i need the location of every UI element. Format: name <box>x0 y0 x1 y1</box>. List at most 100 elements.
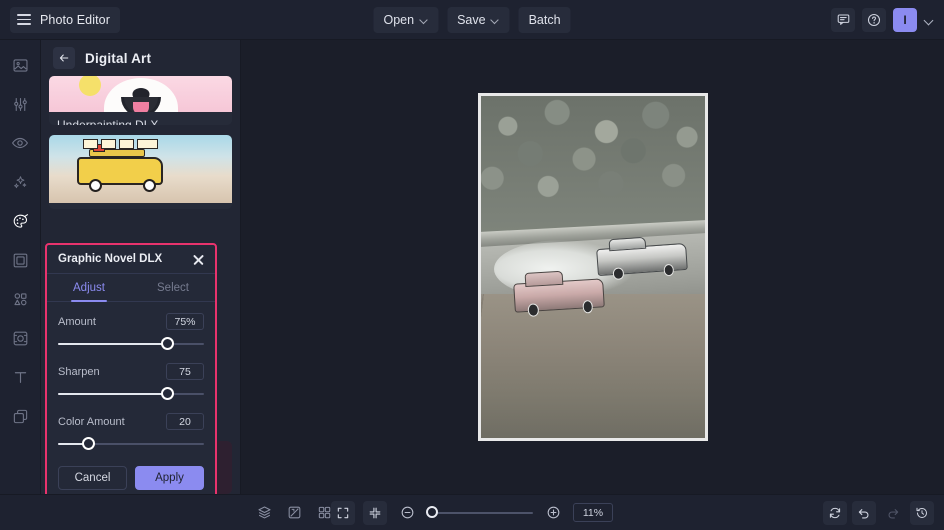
chevron-down-icon <box>420 16 428 24</box>
panel-header: Digital Art <box>41 40 240 76</box>
effect-settings-header: Graphic Novel DLX <box>47 245 215 274</box>
comment-icon <box>837 14 849 25</box>
file-actions: Open Save Batch <box>373 6 571 33</box>
feedback-button[interactable] <box>831 7 855 32</box>
sidebar-item-overlays[interactable] <box>5 323 35 353</box>
overlay-icon <box>13 331 27 345</box>
batch-label: Batch <box>528 12 561 27</box>
text-icon <box>14 371 26 383</box>
view-tools <box>252 501 336 525</box>
zoom-slider[interactable] <box>426 506 533 519</box>
shapes-icon <box>13 292 26 305</box>
effect-settings-title: Graphic Novel DLX <box>58 253 163 265</box>
effect-settings-popup: Graphic Novel DLX Adjust Select Amount 7… <box>45 243 217 504</box>
arrow-left-icon <box>59 54 69 62</box>
photo-editor-app: Photo Editor Open Save Batch I Digital A… <box>0 0 944 530</box>
layers-copy-icon <box>13 409 27 423</box>
sidebar-item-text[interactable] <box>5 362 35 392</box>
tool-rail <box>0 40 41 494</box>
hamburger-icon <box>17 14 31 25</box>
apply-button[interactable]: Apply <box>135 466 204 490</box>
dog-photo-thumbnail <box>49 76 232 112</box>
sharpen-label: Sharpen <box>58 365 100 378</box>
sharpen-value-input[interactable]: 75 <box>166 363 204 380</box>
color-amount-slider[interactable] <box>58 437 204 450</box>
account-actions: I <box>831 7 944 32</box>
zoom-in-button[interactable] <box>541 501 565 525</box>
batch-button[interactable]: Batch <box>518 6 571 33</box>
effect-settings-tabs: Adjust Select <box>47 274 215 302</box>
history-button[interactable] <box>910 500 934 525</box>
eye-icon <box>11 137 29 149</box>
effects-panel: Digital Art Underpainting DLX Graphic No… <box>41 40 241 504</box>
open-label: Open <box>383 12 415 27</box>
tab-adjust[interactable]: Adjust <box>47 274 131 301</box>
effect-card-oil-painting[interactable]: Oil Painting DLX <box>49 135 232 210</box>
color-amount-label: Color Amount <box>58 415 125 428</box>
grid-icon <box>318 506 330 519</box>
zoom-level-input[interactable]: 11% <box>573 503 613 522</box>
effect-label: Underpainting DLX <box>49 112 232 126</box>
top-toolbar: Photo Editor Open Save Batch I <box>0 0 944 40</box>
sidebar-item-image[interactable] <box>5 50 35 80</box>
fit-to-screen-button[interactable] <box>331 500 355 525</box>
amount-label: Amount <box>58 315 96 328</box>
tab-select[interactable]: Select <box>131 274 215 301</box>
page-title: Digital Art <box>85 50 152 66</box>
redo-icon <box>888 508 899 519</box>
collapse-icon <box>369 507 381 518</box>
reset-button[interactable] <box>823 500 847 525</box>
frame-icon <box>13 253 27 267</box>
undo-icon <box>858 508 869 519</box>
back-button[interactable] <box>53 47 75 69</box>
color-amount-value-input[interactable]: 20 <box>166 413 204 430</box>
layers-button[interactable] <box>252 501 276 525</box>
canvas-photo[interactable] <box>477 93 708 441</box>
save-button[interactable]: Save <box>447 6 510 33</box>
compare-button[interactable] <box>282 501 306 525</box>
bottom-toolbar: 11% <box>0 494 944 530</box>
sidebar-item-frames[interactable] <box>5 245 35 275</box>
slider-row-sharpen: Sharpen 75 <box>58 363 204 400</box>
app-menu-button[interactable]: Photo Editor <box>10 6 120 33</box>
close-icon[interactable] <box>191 252 206 267</box>
sidebar-item-adjust[interactable] <box>5 89 35 119</box>
slider-row-amount: Amount 75% <box>58 313 204 350</box>
sliders-icon <box>13 97 27 111</box>
sidebar-item-shapes[interactable] <box>5 284 35 314</box>
slider-row-color-amount: Color Amount 20 <box>58 413 204 450</box>
sidebar-item-artistic[interactable] <box>5 206 35 236</box>
palette-icon <box>13 213 28 228</box>
effect-label: Oil Painting DLX <box>49 203 232 210</box>
open-button[interactable]: Open <box>373 6 439 33</box>
zoom-out-button[interactable] <box>395 501 419 525</box>
sidebar-item-layers[interactable] <box>5 401 35 431</box>
app-body: Digital Art Underpainting DLX Graphic No… <box>0 40 944 504</box>
sparkles-icon <box>13 175 26 188</box>
question-circle-icon <box>867 13 881 26</box>
minus-circle-icon <box>401 506 413 519</box>
drift-car-front <box>513 270 605 317</box>
canvas-area[interactable] <box>241 40 944 494</box>
image-icon <box>12 58 28 72</box>
save-label: Save <box>457 12 486 27</box>
cancel-button[interactable]: Cancel <box>58 466 127 490</box>
plus-circle-icon <box>547 506 559 519</box>
drift-car-rear <box>596 237 688 281</box>
amount-value-input[interactable]: 75% <box>166 313 204 330</box>
sidebar-item-ai-effects[interactable] <box>5 167 35 197</box>
app-title: Photo Editor <box>40 12 110 27</box>
yellow-bus-photo-thumbnail <box>49 135 232 204</box>
sidebar-item-retouch[interactable] <box>5 128 35 158</box>
actual-size-button[interactable] <box>363 500 387 525</box>
effect-card-underpainting[interactable]: Underpainting DLX <box>49 76 232 126</box>
chevron-down-icon <box>492 16 500 24</box>
avatar[interactable]: I <box>893 7 917 32</box>
account-chevron-down-icon[interactable] <box>924 15 934 25</box>
redo-button[interactable] <box>881 501 905 525</box>
sharpen-slider[interactable] <box>58 387 204 400</box>
undo-button[interactable] <box>852 500 876 525</box>
compare-icon <box>288 506 300 519</box>
help-button[interactable] <box>862 7 886 32</box>
amount-slider[interactable] <box>58 337 204 350</box>
